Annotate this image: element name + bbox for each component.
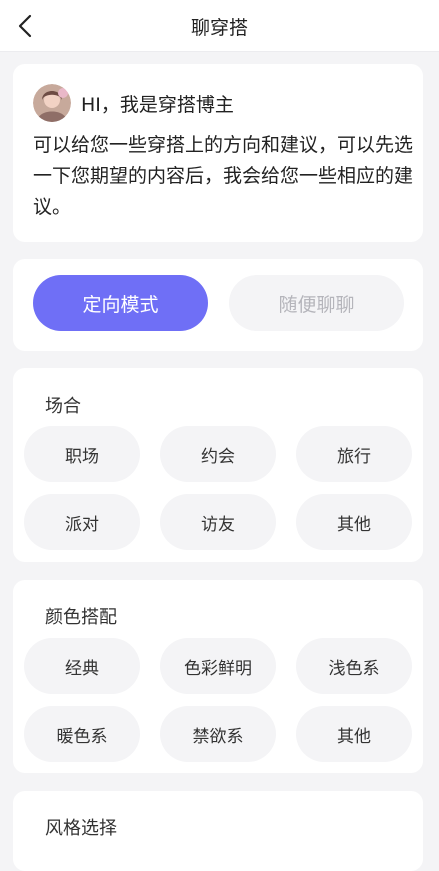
occasion-option[interactable]: 约会 — [160, 426, 276, 482]
occasion-section: 场合 职场 约会 旅行 派对 访友 其他 — [13, 368, 423, 562]
style-section: 风格选择 — [13, 791, 423, 871]
occasion-option[interactable]: 访友 — [160, 494, 276, 550]
section-title: 风格选择 — [45, 818, 117, 839]
mode-selector: 定向模式 随便聊聊 — [13, 259, 423, 351]
color-option[interactable]: 经典 — [24, 638, 140, 694]
section-title: 颜色搭配 — [45, 607, 117, 628]
casual-chat-button[interactable]: 随便聊聊 — [229, 275, 404, 331]
color-option[interactable]: 其他 — [296, 706, 412, 762]
color-option[interactable]: 暖色系 — [24, 706, 140, 762]
occasion-option[interactable]: 派对 — [24, 494, 140, 550]
occasion-option[interactable]: 旅行 — [296, 426, 412, 482]
occasion-option[interactable]: 其他 — [296, 494, 412, 550]
intro-description: 可以给您一些穿搭上的方向和建议，可以先选一下您期望的内容后，我会给您一些相应的建… — [33, 134, 414, 218]
color-section: 颜色搭配 经典 色彩鲜明 浅色系 暖色系 禁欲系 其他 — [13, 580, 423, 773]
directed-mode-button[interactable]: 定向模式 — [33, 275, 208, 331]
color-option[interactable]: 色彩鲜明 — [160, 638, 276, 694]
section-title: 场合 — [45, 396, 81, 417]
color-option[interactable]: 浅色系 — [296, 638, 412, 694]
intro-header: HI，我是穿搭博主 — [33, 84, 234, 122]
greeting-text: HI，我是穿搭博主 — [81, 93, 234, 116]
page-title: 聊穿搭 — [190, 16, 248, 39]
avatar — [33, 84, 71, 122]
color-option[interactable]: 禁欲系 — [160, 706, 276, 762]
top-bar: 聊穿搭 — [0, 0, 439, 52]
intro-card: HI，我是穿搭博主 可以给您一些穿搭上的方向和建议，可以先选一下您期望的内容后，… — [13, 64, 423, 242]
occasion-option[interactable]: 职场 — [24, 426, 140, 482]
